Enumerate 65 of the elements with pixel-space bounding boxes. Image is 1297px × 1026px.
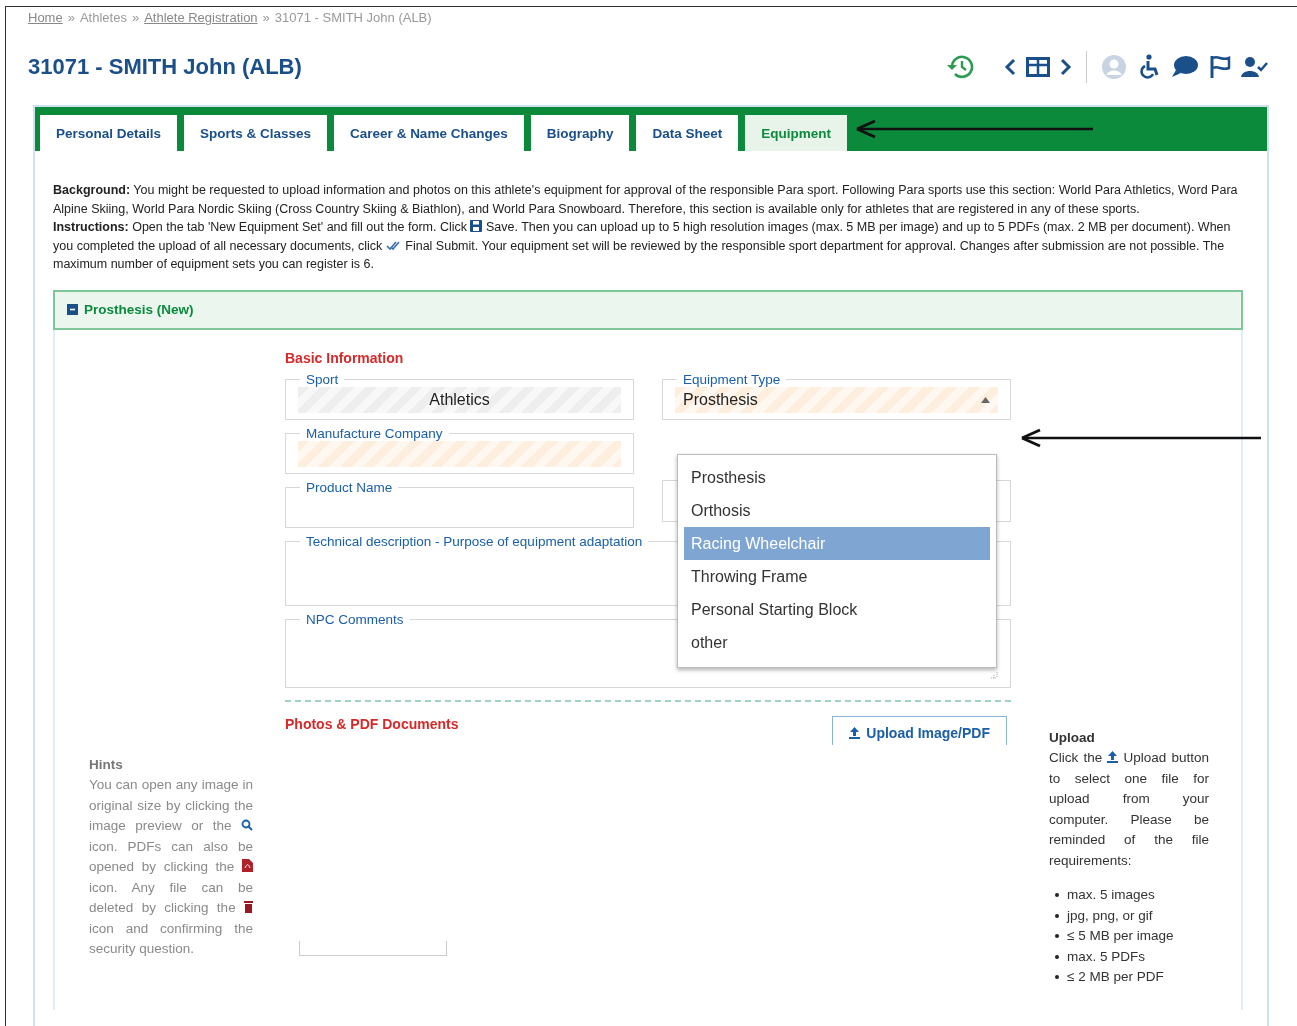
manufacture-company-input[interactable] [298,440,621,467]
chevron-left-icon[interactable] [1004,58,1016,76]
dropdown-option[interactable]: Orthosis [684,493,990,527]
field-label: Technical description - Purpose of equipment adaptation [305,533,644,549]
field-label: Product Name [305,479,394,495]
chevron-right-icon[interactable] [1060,58,1072,76]
requirement-item: ≤ 5 MB per image [1067,927,1174,945]
upload-help-title: Upload [1049,728,1096,747]
field-label: Sport [305,371,340,387]
table-icon[interactable] [1026,57,1050,77]
pdf-file-icon [242,859,253,872]
upload-button[interactable]: Upload Image/PDF [832,715,1007,745]
requirement-item: ≤ 2 MB per PDF [1067,968,1164,986]
field-value: Athletics [429,390,490,409]
wheelchair-icon[interactable] [1137,54,1161,80]
breadcrumb-item: 31071 - SMITH John (ALB) [274,10,432,25]
bullet-icon [1055,975,1059,980]
requirement-item: max. 5 images [1067,886,1155,904]
history-icon[interactable] [946,54,974,80]
save-icon [470,220,483,232]
breadcrumb-link[interactable]: Home [28,10,63,25]
section-title: Photos & PDF Documents [285,715,459,734]
dropdown-option[interactable]: other [684,625,990,659]
upload-icon [1107,751,1119,763]
field-label: Equipment Type [682,371,782,387]
tab[interactable]: Equipment [743,113,849,151]
field-label: Manufacture Company [305,425,444,441]
hints-title: Hints [89,755,124,774]
hints-text: You can open any image in original size by clicking the image preview or the icon. PDFs can also be opened by clicking the icon. Any file can be deleted by clicking the icon and confirming the security question. [89,776,253,958]
bullet-icon [1055,913,1059,918]
tab[interactable]: Biography [528,113,632,151]
intro-paragraph: Instructions: Open the tab 'New Equipment Set' and fill out the form. Click Save. Then you can upload up to 5 high resolution images (max. 5 MB per image) and up to 5 PDFs (max. 2 MB per document). When you completed the upload of all necessary documents, click Final Submit. Your equipment set will be reviewed by the responsible sport department for approval. Changes after submission are not possible. The maximum number of equipment sets you can register is 6. [53,219,1232,273]
dropdown-option[interactable]: Throwing Frame [684,559,990,593]
panel-header[interactable]: Prosthesis (New) [53,289,1243,330]
dropdown-option[interactable]: Prosthesis [684,460,990,494]
breadcrumb-link[interactable]: Athlete Registration [144,10,258,25]
trash-icon [244,901,253,913]
breadcrumb-item: Athletes [79,10,127,25]
breadcrumb-separator: » [262,10,270,25]
bullet-icon [1055,893,1059,898]
bullet-icon [1055,954,1059,959]
breadcrumb-separator: » [67,10,75,25]
field-label: NPC Comments [305,611,405,627]
field-value: Prosthesis [683,390,758,409]
user-check-icon[interactable] [1241,56,1269,78]
search-icon [241,819,253,831]
upload-icon [849,726,861,739]
flag-icon[interactable] [1209,55,1231,79]
tab[interactable]: Data Sheet [634,113,741,151]
breadcrumb-separator: » [131,10,140,25]
page-title: 31071 - SMITH John (ALB) [28,54,302,80]
tab[interactable]: Career & Name Changes [332,113,526,151]
requirement-item: max. 5 PDFs [1067,947,1145,966]
tab[interactable]: Sports & Classes [182,113,330,151]
intro-paragraph: Background: You might be requested to upload information and photos on this athlete's equipment for approval of the responsible Para sport. Following Para sports use this section: World Para Athletics, Word Para Alpine Skiing, World Para Nordic Skiing (Cross Country Skiing & Biathlon), and World Para Snowboard. Therefore, this section is available only for athletes that are registered in any of these sports. [53,182,1239,218]
resize-grip-icon [990,670,998,679]
chat-icon[interactable] [1171,55,1199,79]
panel-title: Prosthesis (New) [84,302,194,317]
equipment-type-input[interactable]: Prosthesis [675,386,998,413]
bullet-icon [1055,934,1059,939]
upload-help-text: Click the Upload button to select one file for upload from your computer. Please be reminded of the file requirements: [1049,749,1209,870]
section-title: Basic Information [285,349,405,366]
double-check-icon [385,240,402,251]
requirement-item: jpg, png, or gif [1067,906,1153,925]
tab[interactable]: Personal Details [38,113,180,151]
